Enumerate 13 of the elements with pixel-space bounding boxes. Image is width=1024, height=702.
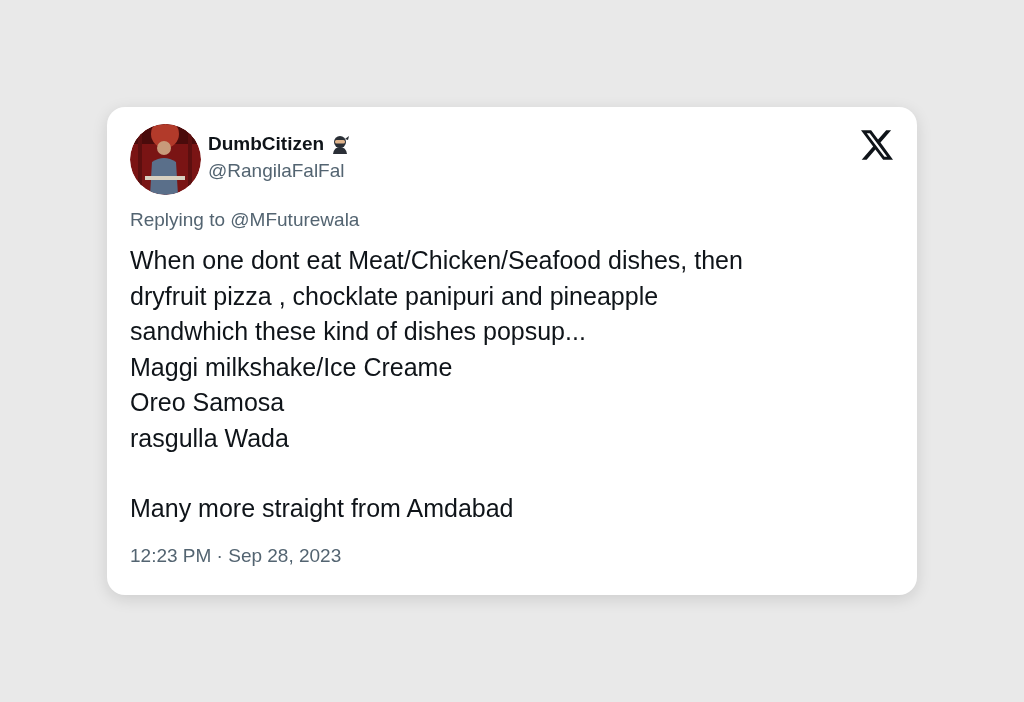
author-name[interactable]: DumbCitizen <box>208 132 325 156</box>
reply-context: Replying to @MFuturewala <box>130 208 361 232</box>
tweet-text-line: dryfruit pizza , chocklate panipuri and pineapple <box>130 280 659 312</box>
timestamp[interactable]: 12:23 PM · Sep 28, 2023 <box>130 542 342 569</box>
tweet-text-line: Many more straight from Amdabad <box>130 493 514 524</box>
x-logo-icon <box>861 130 893 160</box>
ninja-icon <box>330 134 351 154</box>
tweet-text-line: rasgulla Wada <box>130 422 289 454</box>
tweet-text-line: Oreo Samosa <box>130 387 285 418</box>
tweet-text-line: sandwhich these kind of dishes popsup... <box>130 316 586 347</box>
author-handle[interactable]: @RangilaFalFal <box>208 158 351 184</box>
tweet-text-line: Maggi milkshake/Ice Creame <box>130 351 453 383</box>
tweet-text-line: When one dont eat Meat/Chicken/Seafood dishes, then <box>130 245 743 276</box>
